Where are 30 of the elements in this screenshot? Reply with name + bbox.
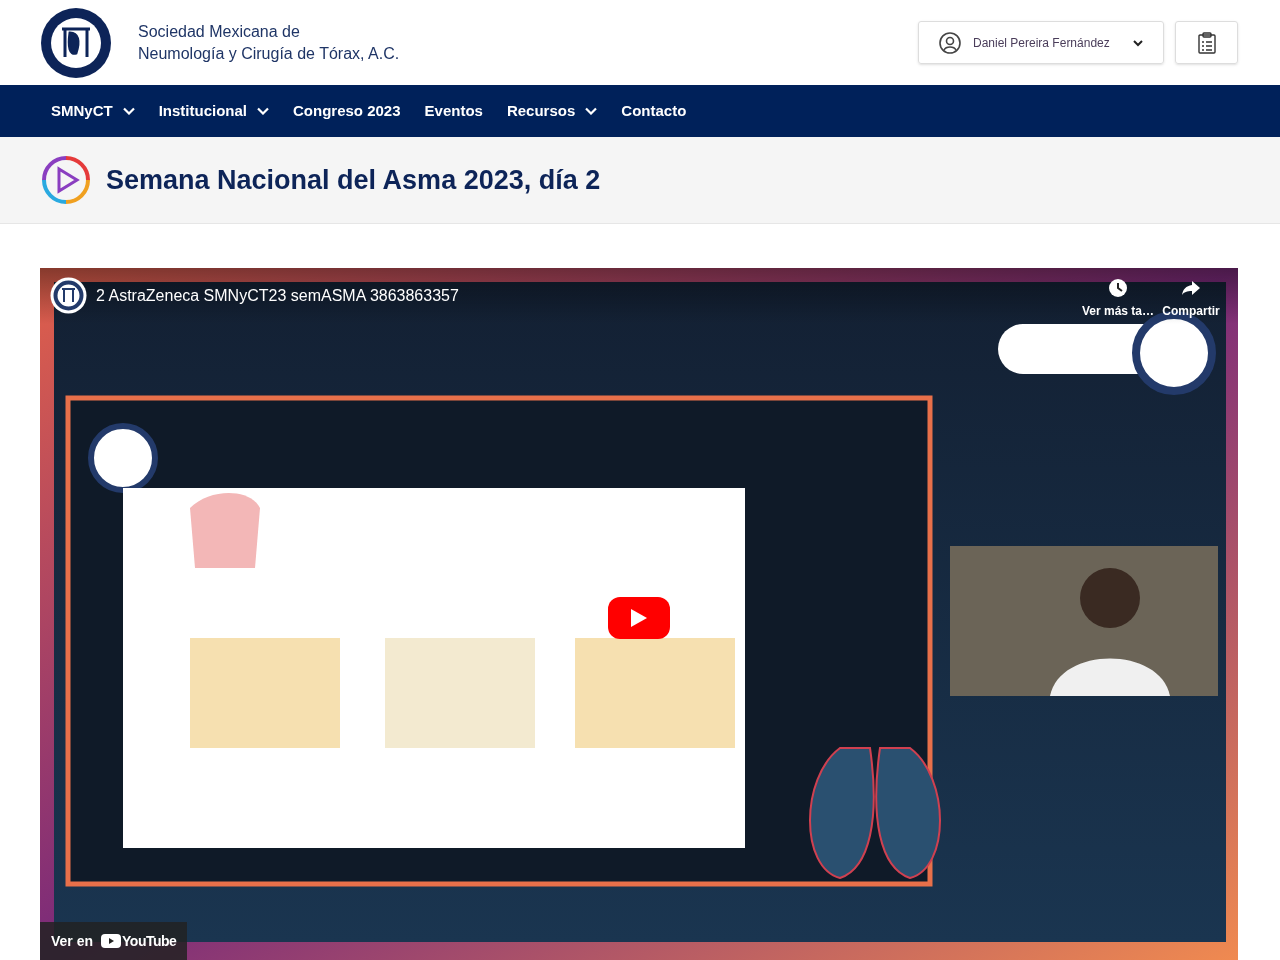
page-title: Semana Nacional del Asma 2023, día 2	[106, 163, 601, 197]
share-arrow-icon	[1181, 278, 1201, 298]
chevron-down-icon	[585, 107, 598, 115]
watch-on-youtube-button[interactable]: Ver en YouTube	[40, 922, 188, 960]
society-logo[interactable]	[40, 6, 112, 79]
play-logo-icon	[40, 154, 92, 206]
play-button[interactable]	[608, 597, 670, 639]
watch-later-button[interactable]: Ver más ta…	[1081, 278, 1154, 320]
share-button[interactable]: Compartir	[1162, 278, 1220, 320]
clipboard-button[interactable]	[1175, 21, 1238, 64]
video-player[interactable]: 2 AstraZeneca SMNyCT23 semASMA 3863863357 Ver más ta… Compartir Ver en YouTube	[40, 268, 1238, 960]
user-menu-button[interactable]: Daniel Pereira Fernández	[918, 21, 1164, 64]
nav-link[interactable]: SMNyCT	[40, 85, 146, 137]
video-title[interactable]: 2 AstraZeneca SMNyCT23 semASMA 3863863357	[96, 283, 459, 308]
chevron-down-icon	[122, 107, 135, 115]
user-icon	[939, 31, 961, 54]
nav-link[interactable]: Eventos	[413, 85, 494, 137]
chevron-down-icon	[1133, 38, 1143, 47]
play-icon	[631, 609, 647, 627]
organization-name: Sociedad Mexicana de	[138, 21, 301, 42]
nav-link[interactable]: Institucional	[147, 85, 280, 137]
youtube-play-icon	[101, 934, 122, 948]
organization-name: Neumología y Cirugía de Tórax, A.C.	[138, 43, 400, 64]
nav-link[interactable]: Contacto	[610, 85, 698, 137]
nav-link[interactable]: Recursos	[495, 85, 609, 137]
chevron-down-icon	[257, 107, 269, 115]
clipboard-icon	[1197, 31, 1216, 54]
clock-icon	[1107, 278, 1128, 298]
nav-link[interactable]: Congreso 2023	[282, 85, 412, 137]
channel-avatar[interactable]	[50, 277, 87, 314]
